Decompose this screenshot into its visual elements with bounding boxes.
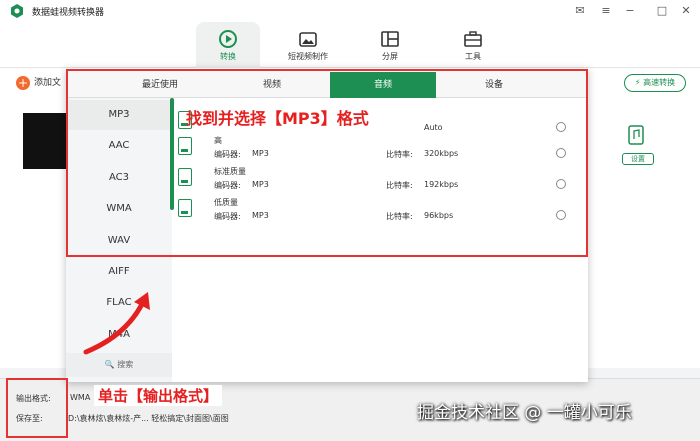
nav-video-maker[interactable]: 短视频制作 — [276, 22, 340, 68]
annotation-bottom: 单击【输出格式】 — [94, 385, 223, 406]
app-title: 数据蛙视频转换器 — [32, 8, 105, 18]
plus-icon: + — [16, 75, 30, 90]
watermark: 掘金技术社区 @ 一罐小可乐 — [417, 403, 632, 423]
top-navigation: 转换 短视频制作 分屏 工具 — [0, 22, 700, 68]
mail-icon[interactable]: ✉ — [572, 3, 588, 19]
menu-icon[interactable]: ≡ — [598, 3, 614, 19]
nav-split-screen[interactable]: 分屏 — [358, 22, 422, 68]
output-format-select[interactable]: WMA — [70, 393, 90, 402]
nav-tools-label: 工具 — [465, 52, 481, 61]
annotation-arrow — [83, 292, 150, 355]
app-logo-icon — [11, 4, 23, 18]
nav-convert-label: 转换 — [220, 52, 236, 61]
maximize-icon[interactable]: □ — [654, 3, 670, 19]
highlight-box-panel — [66, 69, 588, 257]
close-icon[interactable]: ✕ — [678, 3, 694, 19]
format-search-label: 搜索 — [117, 360, 134, 369]
save-path-field[interactable]: D:\袁林炫\袁林炫-产... 轻松搞定\封面图\面图 — [68, 413, 229, 424]
search-icon: 🔍 — [104, 360, 115, 369]
annotation-top: 找到并选择【MP3】格式 — [186, 109, 369, 128]
title-bar: 数据蛙视频转换器 ✉ ≡ − □ ✕ — [0, 0, 700, 22]
minimize-icon[interactable]: − — [622, 3, 638, 19]
split-screen-icon — [381, 31, 399, 47]
audio-format-icon[interactable] — [628, 125, 644, 145]
fast-convert-label: 高速转换 — [643, 78, 676, 87]
fast-convert-button[interactable]: ⚡ 高速转换 — [624, 74, 686, 92]
nav-video-maker-label: 短视频制作 — [288, 52, 328, 61]
video-maker-icon — [299, 32, 317, 47]
lightning-icon: ⚡ — [634, 78, 641, 87]
add-file-label: 添加文 — [34, 78, 62, 88]
convert-icon — [219, 30, 237, 48]
add-file-button[interactable]: + 添加文 — [16, 75, 61, 90]
nav-convert[interactable]: 转换 — [196, 22, 260, 68]
nav-split-screen-label: 分屏 — [382, 52, 398, 61]
format-item-aiff[interactable]: AIFF — [66, 257, 172, 287]
toolbox-icon — [464, 31, 482, 47]
nav-tools[interactable]: 工具 — [441, 22, 505, 68]
highlight-box-output — [6, 378, 68, 438]
video-thumbnail[interactable] — [23, 113, 71, 169]
settings-button[interactable]: 设置 — [622, 153, 654, 165]
